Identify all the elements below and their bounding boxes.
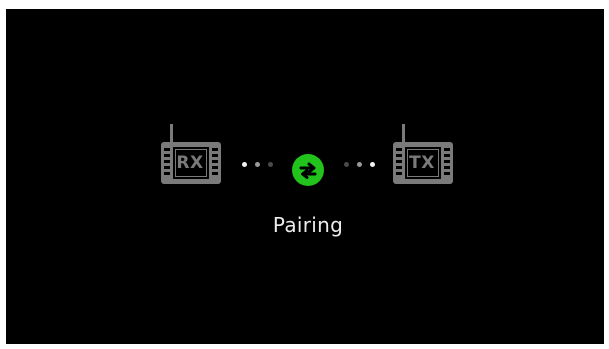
sync-arrows-icon	[292, 154, 324, 186]
progress-dot	[255, 162, 260, 167]
left-progress-dots	[242, 162, 273, 167]
transmitter-label: TX	[409, 153, 435, 173]
transmitter-device: TX	[392, 122, 454, 202]
progress-dot	[242, 162, 247, 167]
receiver-device: RX	[160, 122, 222, 202]
pairing-screen: RX TX Pairing	[6, 9, 604, 344]
progress-dot	[357, 162, 362, 167]
progress-dot	[268, 162, 273, 167]
receiver-label: RX	[176, 153, 204, 173]
progress-dot	[370, 162, 375, 167]
progress-dot	[344, 162, 349, 167]
sync-arrows-glyph	[299, 162, 317, 179]
right-progress-dots	[344, 162, 375, 167]
pairing-status-text: Pairing	[272, 213, 344, 237]
